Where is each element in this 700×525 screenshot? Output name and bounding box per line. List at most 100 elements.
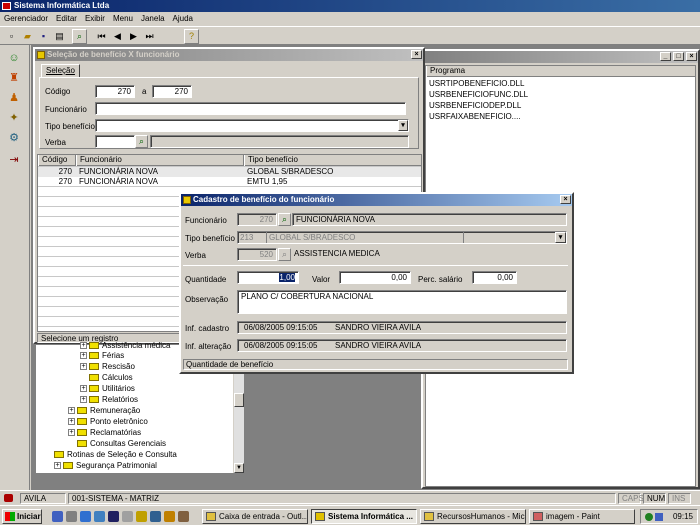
tree-item[interactable]: Consultas Gerenciais — [77, 438, 166, 449]
folder-icon[interactable] — [136, 511, 147, 522]
close-button[interactable]: × — [411, 50, 422, 59]
close-button[interactable]: × — [686, 52, 697, 61]
verba-field[interactable] — [95, 135, 135, 148]
verba-code-field[interactable]: 520 — [237, 248, 277, 261]
new-file-icon[interactable]: ▫ — [4, 29, 19, 44]
left-toolbar: ☺ ♜ ♟ ✦ ⚙ ⇥ — [0, 45, 30, 490]
expand-icon[interactable]: + — [80, 363, 87, 371]
list-item[interactable]: USRFAIXABENEFICIO.... — [429, 112, 521, 122]
exit-icon[interactable]: ⇥ — [4, 151, 24, 169]
media-icon[interactable] — [108, 511, 119, 522]
menu-ajuda[interactable]: Ajuda — [169, 12, 197, 25]
table-row[interactable]: 270 FUNCIONÁRIA NOVA GLOBAL S/BRADESCO — [38, 167, 421, 177]
maximize-button[interactable]: □ — [673, 52, 684, 61]
funcionario-field[interactable] — [95, 102, 406, 115]
menu-janela[interactable]: Janela — [137, 12, 169, 25]
funcionario-code-field[interactable]: 270 — [237, 213, 277, 226]
tray-icon[interactable] — [655, 513, 663, 521]
tree-item[interactable]: + Remuneração — [68, 405, 140, 416]
scrollbar-thumb[interactable] — [234, 393, 244, 407]
expand-icon[interactable]: + — [68, 418, 75, 426]
tree-item-label: Rotinas de Seleção e Consulta — [67, 450, 177, 459]
tools-icon[interactable]: ✦ — [4, 109, 24, 127]
network-icon[interactable] — [150, 511, 161, 522]
valor-field[interactable]: 0,00 — [339, 271, 411, 284]
programs-column-header[interactable]: Programa — [426, 66, 696, 77]
windows-logo-icon — [5, 512, 15, 521]
verba-name: ASSISTENCIA MEDICA — [294, 249, 380, 258]
expand-icon[interactable]: + — [80, 396, 87, 404]
minimize-button[interactable]: _ — [660, 52, 671, 61]
save-icon[interactable]: ▪ — [36, 29, 51, 44]
tree-item[interactable]: + Relatórios — [80, 394, 138, 405]
chevron-down-icon[interactable]: ▾ — [398, 120, 408, 131]
list-item[interactable]: USRTIPOBENEFICIO.DLL — [429, 79, 524, 89]
help-icon[interactable]: ? — [184, 29, 199, 44]
expand-icon[interactable]: + — [80, 385, 87, 393]
perc-salario-field[interactable]: 0,00 — [472, 271, 517, 284]
taskbar-outlook[interactable]: Caixa de entrada - Outl... — [202, 509, 308, 524]
close-button[interactable]: × — [560, 195, 571, 204]
ie-icon[interactable] — [52, 511, 63, 522]
tree-item[interactable]: + Ponto eletrônico — [68, 416, 148, 427]
chevron-down-icon[interactable]: ▾ — [555, 232, 566, 243]
people-icon[interactable]: ♜ — [4, 69, 24, 87]
expand-icon[interactable]: + — [54, 462, 61, 470]
tree-item[interactable]: Rotinas de Seleção e Consulta — [54, 449, 177, 460]
tree-item[interactable]: + Reclamatórias — [68, 427, 141, 438]
search-icon[interactable]: ⌕ — [135, 135, 148, 148]
expand-icon[interactable]: + — [68, 407, 75, 415]
tree-item[interactable]: Cálculos — [89, 372, 133, 383]
tree-item[interactable]: + Segurança Patrimonial — [54, 460, 157, 471]
explorer-icon[interactable] — [94, 511, 105, 522]
first-record-icon[interactable]: ⏮ — [94, 29, 109, 44]
codigo-from-field[interactable]: 270 — [95, 85, 135, 98]
search-icon[interactable]: ⌕ — [278, 248, 291, 261]
scroll-down-icon[interactable]: ▼ — [234, 463, 244, 473]
clock[interactable]: 09:15 — [673, 512, 693, 521]
user-icon — [4, 494, 13, 502]
tree-item-label: Férias — [102, 351, 125, 360]
start-button[interactable]: Iniciar — [2, 509, 42, 524]
tray-icon[interactable] — [645, 513, 653, 521]
previous-record-icon[interactable]: ◀ — [110, 29, 125, 44]
tree-item[interactable]: + Férias — [80, 350, 124, 361]
expand-icon[interactable]: + — [80, 352, 87, 360]
header-codigo[interactable]: Código — [38, 155, 76, 166]
open-folder-icon[interactable]: ▰ — [20, 29, 35, 44]
header-tipo[interactable]: Tipo benefício — [244, 155, 421, 166]
taskbar-paint[interactable]: imagem - Paint — [529, 509, 635, 524]
quantidade-field[interactable]: 1,00 — [237, 271, 299, 284]
desktop-icon[interactable] — [66, 511, 77, 522]
observacao-field[interactable]: PLANO C/ COBERTURA NACIONAL — [237, 290, 567, 314]
person-icon[interactable]: ♟ — [4, 89, 24, 107]
expand-icon[interactable]: + — [68, 429, 75, 437]
search-icon[interactable]: ⌕ — [278, 213, 291, 226]
expand-icon[interactable]: + — [80, 342, 87, 350]
table-row[interactable]: 270 FUNCIONÁRIA NOVA EMTU 1,95 — [38, 177, 421, 187]
tool-icon[interactable] — [164, 511, 175, 522]
network-icon[interactable]: ⚙ — [4, 129, 24, 147]
list-item[interactable]: USRBENEFICIODEP.DLL — [429, 101, 521, 111]
menu-exibir[interactable]: Exibir — [81, 12, 109, 25]
taskbar-recursos[interactable]: RecursosHumanos - Micr... — [420, 509, 526, 524]
tab-selecao[interactable]: Seleção — [41, 64, 80, 78]
tree-item[interactable]: + Rescisão — [80, 361, 135, 372]
find-icon[interactable]: ⌕ — [72, 29, 87, 44]
menu-gerenciador[interactable]: Gerenciador — [0, 12, 52, 25]
taskbar-sistema[interactable]: Sistema Informática ... — [311, 509, 417, 524]
tipo-beneficio-select[interactable] — [95, 119, 409, 132]
tree-item[interactable]: + Utilitários — [80, 383, 135, 394]
users-icon[interactable]: ☺ — [4, 49, 24, 67]
outlook-icon[interactable] — [80, 511, 91, 522]
last-record-icon[interactable]: ⏭ — [142, 29, 157, 44]
header-funcionario[interactable]: Funcionário — [76, 155, 244, 166]
print-icon[interactable]: ▤ — [52, 29, 67, 44]
edit-icon[interactable] — [178, 511, 189, 522]
codigo-to-field[interactable]: 270 — [152, 85, 192, 98]
menu-editar[interactable]: Editar — [52, 12, 81, 25]
app-icon[interactable] — [122, 511, 133, 522]
list-item[interactable]: USRBENEFICIOFUNC.DLL — [429, 90, 528, 100]
menu-menu[interactable]: Menu — [109, 12, 137, 25]
next-record-icon[interactable]: ▶ — [126, 29, 141, 44]
